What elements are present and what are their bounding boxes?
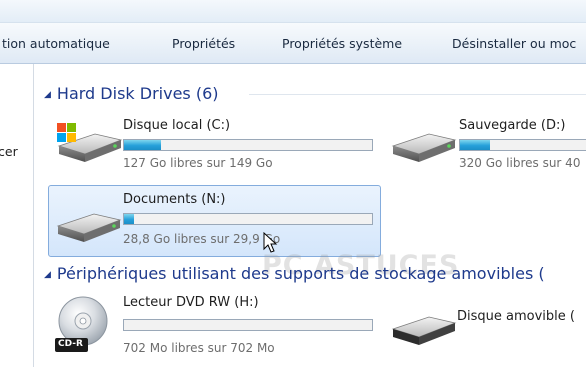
capacity-bar-fill xyxy=(124,140,162,150)
drive-name: Sauvegarde (D:) xyxy=(459,118,566,133)
collapse-triangle-icon[interactable]: ◢ xyxy=(44,90,51,100)
group-title: Hard Disk Drives (6) xyxy=(56,84,219,103)
autoplay-button[interactable]: tion automatique xyxy=(2,36,110,51)
drive-name: Documents (N:) xyxy=(123,192,226,207)
group-title: Périphériques utilisant des supports de … xyxy=(56,264,545,283)
free-space-text: 320 Go libres sur 40 xyxy=(459,156,581,170)
command-bar: tion automatique Propriétés Propriétés s… xyxy=(0,23,586,64)
group-header-hard-disk-drives[interactable]: ◢ Hard Disk Drives (6) xyxy=(44,84,219,103)
uninstall-button[interactable]: Désinstaller ou moc xyxy=(452,36,576,51)
nav-item-label[interactable]: cer xyxy=(0,144,18,159)
capacity-bar xyxy=(123,213,373,225)
drive-tile-n[interactable]: Documents (N:) 28,8 Go libres sur 29,9 G… xyxy=(48,185,381,257)
drive-tile-h[interactable]: CD-R Lecteur DVD RW (H:) 702 Mo libres s… xyxy=(51,289,376,359)
drive-tile-c[interactable]: Disque local (C:) 127 Go libres sur 149 … xyxy=(51,112,376,172)
capacity-bar-fill xyxy=(460,140,490,150)
hard-drive-icon xyxy=(391,133,457,162)
properties-button[interactable]: Propriétés xyxy=(172,36,235,51)
system-properties-button[interactable]: Propriétés système xyxy=(282,36,402,51)
navigation-pane: cer xyxy=(0,64,34,367)
group-divider xyxy=(249,94,586,95)
free-space-text: 28,8 Go libres sur 29,9 Go xyxy=(123,232,281,246)
hard-drive-icon xyxy=(56,213,122,242)
removable-disk-icon xyxy=(391,316,457,345)
badge-label: CD-R xyxy=(58,339,83,349)
mouse-cursor-icon xyxy=(263,232,278,253)
drive-name: Disque local (C:) xyxy=(123,118,231,133)
free-space-text: 702 Mo libres sur 702 Mo xyxy=(123,341,275,355)
capacity-bar xyxy=(123,139,373,151)
drive-name: Lecteur DVD RW (H:) xyxy=(123,295,259,310)
drive-name: Disque amovible ( xyxy=(457,309,575,324)
free-space-text: 127 Go libres sur 149 Go xyxy=(123,156,273,170)
collapse-triangle-icon[interactable]: ◢ xyxy=(44,270,51,280)
hard-drive-windows-icon xyxy=(57,123,123,162)
drive-tile-d[interactable]: Sauvegarde (D:) 320 Go libres sur 40 xyxy=(387,112,586,172)
cd-r-badge-icon: CD-R xyxy=(55,338,88,352)
capacity-bar-fill xyxy=(124,214,134,224)
capacity-bar xyxy=(459,139,586,151)
drives-view: ◢ Hard Disk Drives (6) Disque local (C:) xyxy=(34,64,586,367)
capacity-bar xyxy=(123,319,373,331)
drive-tile-removable[interactable]: Disque amovible ( xyxy=(387,289,586,359)
title-bar xyxy=(0,0,586,23)
group-header-removable-storage[interactable]: ◢ Périphériques utilisant des supports de… xyxy=(44,264,545,283)
